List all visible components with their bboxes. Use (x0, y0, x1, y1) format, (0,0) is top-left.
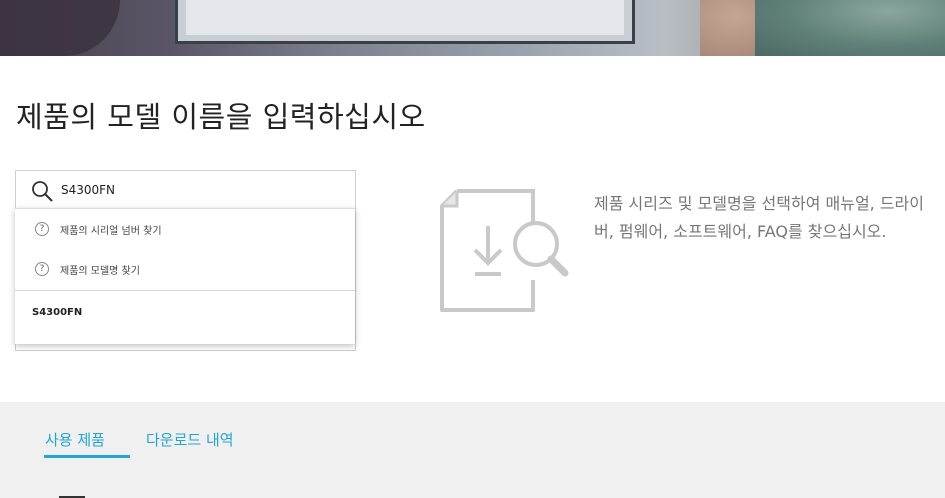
document-search-icon (440, 189, 569, 312)
search-result-item[interactable]: S4300FN (15, 299, 355, 329)
find-model-name-label: 제품의 모델명 찾기 (60, 266, 140, 277)
page-title: 제품의 모델 이름을 입력하십시오 (16, 100, 426, 134)
tab-my-products[interactable]: 사용 제품 (45, 429, 105, 450)
search-icon (32, 181, 53, 202)
question-circle-icon: ? (35, 222, 49, 236)
active-tab-indicator (44, 455, 130, 458)
dropdown-divider (15, 290, 355, 291)
find-model-name-link[interactable]: ? 제품의 모델명 찾기 (15, 249, 355, 289)
hero-banner (0, 0, 945, 56)
find-serial-number-label: 제품의 시리얼 넘버 찾기 (60, 226, 162, 237)
search-input[interactable] (61, 179, 341, 201)
question-circle-icon: ? (35, 262, 49, 276)
search-result-label: S4300FN (32, 307, 83, 318)
find-serial-number-link[interactable]: ? 제품의 시리얼 넘버 찾기 (15, 209, 355, 249)
search-row[interactable] (16, 171, 355, 209)
instruction-text: 제품 시리즈 및 모델명을 선택하여 매뉴얼, 드라이버, 펌웨어, 소프트웨어… (594, 194, 925, 241)
tabs-section: 사용 제품 다운로드 내역 (0, 402, 945, 498)
tab-download-history[interactable]: 다운로드 내역 (146, 429, 234, 450)
search-suggestions-dropdown: ? 제품의 시리얼 넘버 찾기 ? 제품의 모델명 찾기 S4300FN (15, 208, 355, 344)
